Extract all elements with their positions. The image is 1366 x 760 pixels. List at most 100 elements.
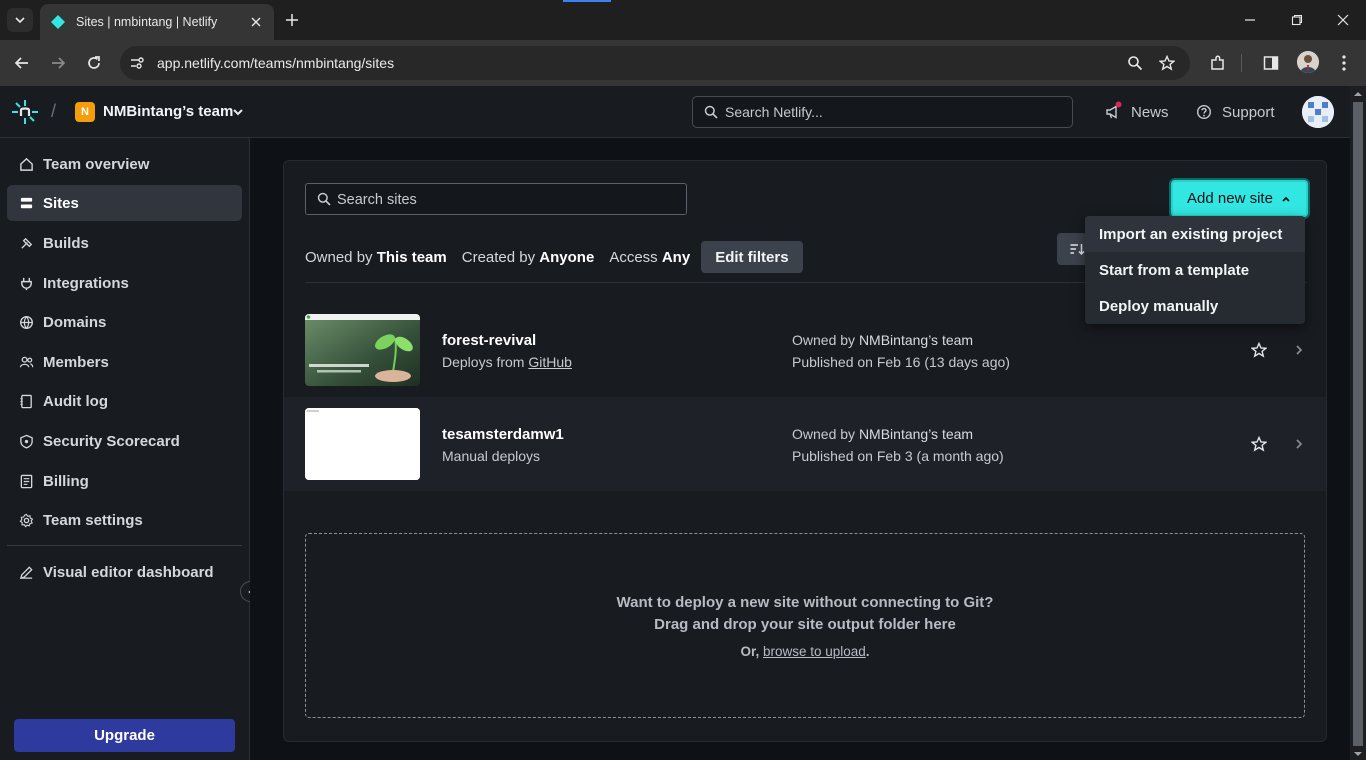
sidebar-item-label: Billing (43, 472, 89, 490)
deploy-prefix: Deploys from (442, 354, 525, 370)
tab-title: Sites | nmbintang | Netlify (76, 15, 218, 29)
forward-arrow-icon[interactable] (46, 51, 70, 75)
drop-zone-upload-line: Or, browse to upload. (306, 644, 1304, 659)
sidebar-item-sites[interactable]: Sites (7, 185, 242, 221)
sites-icon (18, 195, 34, 211)
breadcrumb-separator: / (51, 101, 57, 121)
site-published-date: Published on Feb 3 (a month ago) (792, 448, 1004, 464)
sidebar-item-visual-editor[interactable]: Visual editor dashboard (7, 554, 242, 590)
owner-prefix: Owned by (792, 426, 856, 442)
add-site-menu: Import an existing project Start from a … (1085, 216, 1305, 324)
browser-tab-bar: Sites | nmbintang | Netlify (0, 0, 1366, 40)
chevron-up-icon (1282, 196, 1290, 202)
sidebar-item-audit-log[interactable]: Audit log (7, 383, 242, 419)
site-name[interactable]: forest-revival (442, 332, 536, 349)
add-new-site-label: Add new site (1187, 190, 1273, 207)
side-panel-icon[interactable] (1259, 51, 1283, 75)
chevron-right-icon[interactable] (1293, 344, 1305, 356)
filter-created-by[interactable]: Created by Anyone (462, 249, 595, 266)
plug-icon (18, 275, 34, 291)
hammer-icon (18, 235, 34, 251)
minimize-icon[interactable] (1238, 8, 1262, 32)
filter-owned-by[interactable]: Owned by This team (305, 249, 447, 266)
netlify-logo-icon[interactable] (10, 98, 40, 126)
sidebar-item-integrations[interactable]: Integrations (7, 265, 242, 301)
sidebar-item-label: Audit log (43, 392, 108, 410)
browser-toolbar: app.netlify.com/teams/nmbintang/sites (0, 40, 1366, 86)
site-search-input[interactable]: Search sites (305, 183, 687, 215)
drop-zone-subtitle: Drag and drop your site output folder he… (654, 616, 956, 633)
sidebar-item-team-settings[interactable]: Team settings (7, 502, 242, 538)
site-search-placeholder: Search sites (337, 192, 417, 208)
scroll-up-icon[interactable] (1354, 90, 1362, 98)
site-owner: Owned by NMBintang’s team (792, 332, 973, 348)
team-switcher[interactable]: NMBintang’s team (103, 103, 233, 120)
filter-value: Anyone (539, 248, 595, 266)
add-new-site-button[interactable]: Add new site (1171, 180, 1308, 217)
filter-prefix: Access (609, 248, 658, 266)
site-row[interactable]: tesamsterdamw1 Manual deploys Owned by N… (284, 397, 1326, 491)
menu-item-import-project[interactable]: Import an existing project (1085, 216, 1305, 252)
browser-menu-icon[interactable] (1332, 51, 1356, 75)
or-suffix: . (865, 644, 870, 659)
edit-filters-button[interactable]: Edit filters (701, 241, 803, 273)
drop-zone[interactable]: Want to deploy a new site without connec… (305, 533, 1305, 718)
globe-icon (18, 314, 34, 330)
sidebar-item-label: Team overview (43, 155, 150, 173)
site-info-icon[interactable] (128, 54, 146, 72)
browse-to-upload-link[interactable]: browse to upload (763, 644, 866, 659)
reload-icon[interactable] (82, 51, 106, 75)
tab-search-button[interactable] (7, 8, 33, 32)
site-published-date: Published on Feb 16 (13 days ago) (792, 354, 1010, 370)
chevron-down-icon[interactable] (231, 105, 245, 119)
sidebar-item-members[interactable]: Members (7, 344, 242, 380)
menu-item-start-from-template[interactable]: Start from a template (1085, 252, 1305, 288)
filter-prefix: Created by (461, 248, 536, 266)
news-link[interactable]: News (1131, 104, 1169, 121)
github-link[interactable]: GitHub (528, 354, 572, 370)
browser-profile-avatar[interactable] (1297, 51, 1319, 73)
sidebar-item-label: Members (43, 353, 109, 371)
search-icon (317, 192, 331, 206)
restore-icon[interactable] (1285, 8, 1309, 32)
home-icon (18, 156, 34, 172)
filter-value: Any (661, 248, 691, 266)
sidebar-item-billing[interactable]: Billing (7, 463, 242, 499)
user-avatar[interactable] (1302, 96, 1334, 128)
news-unread-dot (1115, 101, 1122, 108)
page-scrollbar[interactable] (1350, 86, 1366, 760)
extensions-icon[interactable] (1206, 51, 1230, 75)
new-tab-icon[interactable] (282, 10, 302, 30)
site-name[interactable]: tesamsterdamw1 (442, 426, 564, 443)
global-search-input[interactable]: Search Netlify... (692, 96, 1073, 128)
zoom-icon[interactable] (1126, 54, 1144, 72)
menu-item-deploy-manually[interactable]: Deploy manually (1085, 288, 1305, 324)
tab-close-icon[interactable] (248, 14, 264, 30)
sidebar-item-builds[interactable]: Builds (7, 225, 242, 261)
back-arrow-icon[interactable] (10, 51, 34, 75)
team-avatar[interactable]: N (75, 102, 95, 122)
scrollbar-thumb[interactable] (1353, 102, 1363, 746)
sidebar-item-team-overview[interactable]: Team overview (7, 146, 242, 182)
shield-icon (18, 433, 34, 449)
sidebar-item-domains[interactable]: Domains (7, 304, 242, 340)
close-window-icon[interactable] (1331, 8, 1355, 32)
favorite-star-icon[interactable] (1251, 436, 1267, 452)
browser-tab[interactable]: Sites | nmbintang | Netlify (40, 4, 274, 40)
sidebar-item-label: Sites (43, 194, 79, 212)
scroll-down-icon[interactable] (1354, 750, 1362, 758)
address-bar[interactable]: app.netlify.com/teams/nmbintang/sites (120, 46, 1190, 80)
filter-access[interactable]: Access Any (609, 249, 690, 266)
users-icon (18, 354, 34, 370)
support-link[interactable]: Support (1222, 104, 1275, 121)
sort-icon (1070, 244, 1085, 256)
owner-prefix: Owned by (792, 332, 856, 348)
chevron-right-icon[interactable] (1293, 438, 1305, 450)
filter-value: This team (376, 248, 447, 266)
help-circle-icon[interactable] (1196, 104, 1212, 120)
bookmark-star-icon[interactable] (1158, 54, 1176, 72)
sidebar-item-security-scorecard[interactable]: Security Scorecard (7, 423, 242, 459)
favorite-star-icon[interactable] (1251, 342, 1267, 358)
site-deploy-source: Manual deploys (442, 448, 541, 464)
upgrade-button[interactable]: Upgrade (14, 719, 235, 752)
